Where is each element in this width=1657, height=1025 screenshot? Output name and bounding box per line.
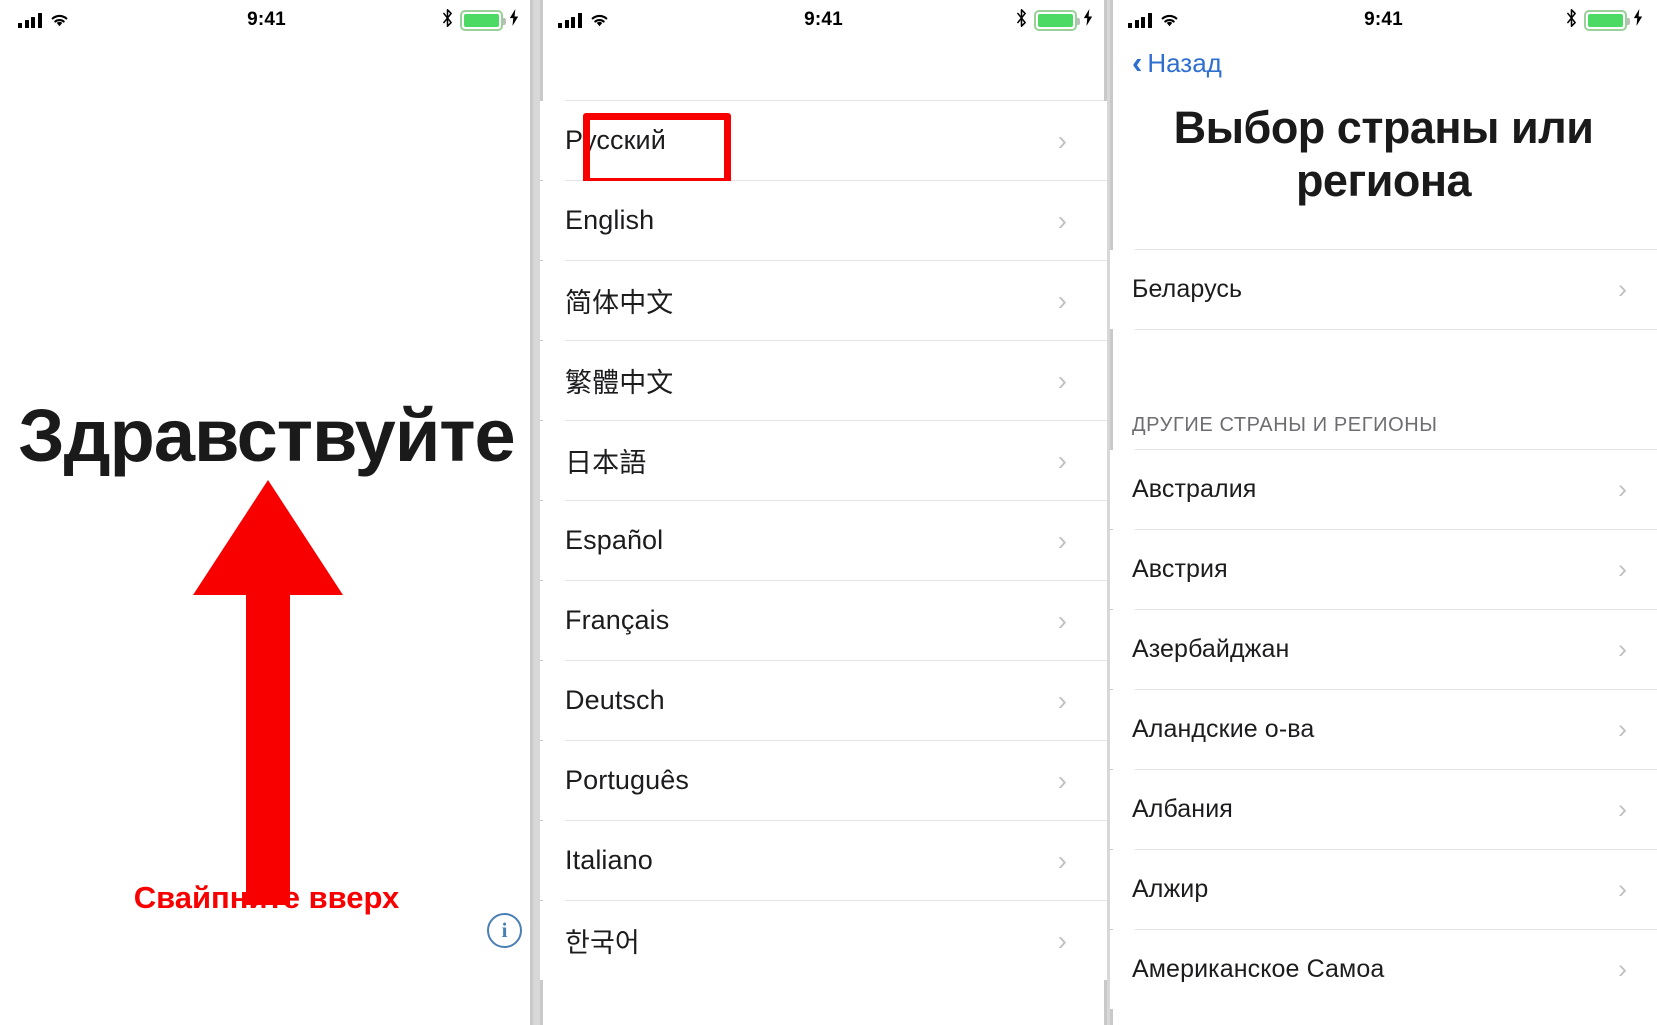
status-bar: 9:41	[1110, 0, 1657, 40]
list-item[interactable]: Австрия ›	[1110, 530, 1657, 610]
back-button-label: Назад	[1147, 48, 1222, 78]
chevron-right-icon: ›	[1057, 764, 1067, 796]
list-item[interactable]: Español ›	[540, 501, 1107, 580]
phone-panel-hello: 9:41 Здравствуйте Свайпните вверх i	[0, 0, 533, 1025]
list-item[interactable]: 繁體中文 ›	[540, 341, 1107, 420]
list-item-label: Австралия	[1132, 475, 1257, 504]
chevron-right-icon: ›	[1057, 524, 1067, 556]
status-bar: 9:41	[540, 0, 1107, 40]
list-item-label: English	[565, 205, 655, 235]
chevron-right-icon: ›	[1057, 844, 1067, 876]
battery-icon	[460, 9, 506, 31]
chevron-right-icon: ›	[1057, 604, 1067, 636]
chevron-right-icon: ›	[1618, 954, 1627, 985]
phone-panel-language: 9:41 Русский › English › 简体中文 › 繁體中文 › 日本語 › Españ…	[540, 0, 1107, 1025]
page-title: Выбор страны или региона	[1173, 102, 1594, 207]
section-header: ДРУГИЕ СТРАНЫ И РЕГИОНЫ	[1132, 414, 1438, 437]
arrow-up-icon	[193, 480, 343, 910]
list-item[interactable]: 简体中文 ›	[540, 261, 1107, 340]
status-bar-right	[1015, 8, 1093, 33]
list-item[interactable]: Italiano ›	[540, 821, 1107, 900]
chevron-right-icon: ›	[1618, 474, 1627, 505]
list-item[interactable]: Русский ›	[540, 101, 1107, 185]
swipe-hint-text: Свайпните вверх	[133, 880, 400, 915]
list-item[interactable]: Português ›	[540, 741, 1107, 820]
list-item-label: Português	[565, 765, 689, 795]
chevron-right-icon: ›	[1618, 274, 1627, 305]
list-item-label: Italiano	[565, 845, 653, 875]
list-item-label: 日本語	[565, 448, 647, 478]
chevron-right-icon: ›	[1057, 284, 1067, 316]
status-bar: 9:41	[0, 0, 533, 40]
list-item[interactable]: Français ›	[540, 581, 1107, 660]
suggested-country-list: Беларусь ›	[1110, 250, 1657, 330]
list-item[interactable]: Аландские о-ва ›	[1110, 690, 1657, 770]
list-item-label: Азербайджан	[1132, 635, 1290, 664]
charging-bolt-icon	[509, 9, 519, 31]
list-item-label: Албания	[1132, 795, 1233, 824]
chevron-right-icon: ›	[1057, 364, 1067, 396]
charging-bolt-icon	[1083, 9, 1093, 31]
list-top-spacer	[540, 40, 1107, 100]
list-item[interactable]: Американское Самоа ›	[1110, 930, 1657, 1010]
list-item[interactable]: Азербайджан ›	[1110, 610, 1657, 690]
chevron-right-icon: ›	[1057, 924, 1067, 956]
bluetooth-icon	[441, 8, 454, 33]
list-item[interactable]: 한국어 ›	[540, 901, 1107, 980]
list-item-label: Беларусь	[1132, 275, 1243, 304]
panel-divider	[530, 0, 533, 1025]
battery-icon	[1034, 9, 1080, 31]
phone-panel-country: 9:41 ‹ Назад Выбор страны или региона Бе…	[1110, 0, 1657, 1025]
title-spacer	[1110, 207, 1657, 249]
list-item[interactable]: Беларусь ›	[1110, 250, 1657, 330]
list-item-label: 繁體中文	[565, 368, 674, 398]
language-list: Русский › English › 简体中文 › 繁體中文 › 日本語 › Español › Fr…	[540, 101, 1107, 980]
list-item-label: Алжир	[1132, 875, 1209, 904]
list-item-label: 한국어	[565, 928, 640, 958]
chevron-right-icon: ›	[1618, 794, 1627, 825]
list-item-label: Русский	[565, 125, 666, 155]
screenshot-stage: 9:41 Здравствуйте Свайпните вверх i 9:41…	[0, 0, 1657, 1025]
chevron-right-icon: ›	[1618, 874, 1627, 905]
battery-icon	[1584, 9, 1630, 31]
list-item[interactable]: Албания ›	[1110, 770, 1657, 850]
bluetooth-icon	[1565, 8, 1578, 33]
chevron-right-icon: ›	[1618, 554, 1627, 585]
list-item[interactable]: Алжир ›	[1110, 850, 1657, 930]
greeting-text: Здравствуйте	[18, 394, 515, 477]
status-bar-right	[441, 8, 519, 33]
section-gap	[1110, 330, 1657, 415]
chevron-right-icon: ›	[1618, 714, 1627, 745]
chevron-right-icon: ›	[1618, 634, 1627, 665]
list-item[interactable]: Deutsch ›	[540, 661, 1107, 740]
info-button[interactable]: i	[487, 913, 522, 948]
country-list: Австралия › Австрия › Азербайджан › Аландские …	[1110, 450, 1657, 1010]
chevron-right-icon: ›	[1057, 204, 1067, 236]
list-item-label: Español	[565, 525, 664, 555]
status-bar-right	[1565, 8, 1643, 33]
chevron-right-icon: ›	[1057, 124, 1067, 156]
list-item[interactable]: 日本語 ›	[540, 421, 1107, 500]
back-button[interactable]: ‹ Назад	[1110, 40, 1657, 79]
list-item[interactable]: English ›	[540, 181, 1107, 260]
chevron-left-icon: ‹	[1132, 44, 1143, 80]
chevron-right-icon: ›	[1057, 444, 1067, 476]
list-item-label: Американское Самоа	[1132, 955, 1385, 984]
list-item-label: 简体中文	[565, 288, 674, 318]
list-item-label: Français	[565, 605, 670, 635]
bluetooth-icon	[1015, 8, 1028, 33]
list-item-label: Австрия	[1132, 555, 1228, 584]
list-item-label: Аландские о-ва	[1132, 715, 1315, 744]
charging-bolt-icon	[1633, 9, 1643, 31]
list-item[interactable]: Австралия ›	[1110, 450, 1657, 530]
list-item-label: Deutsch	[565, 685, 665, 715]
chevron-right-icon: ›	[1057, 684, 1067, 716]
